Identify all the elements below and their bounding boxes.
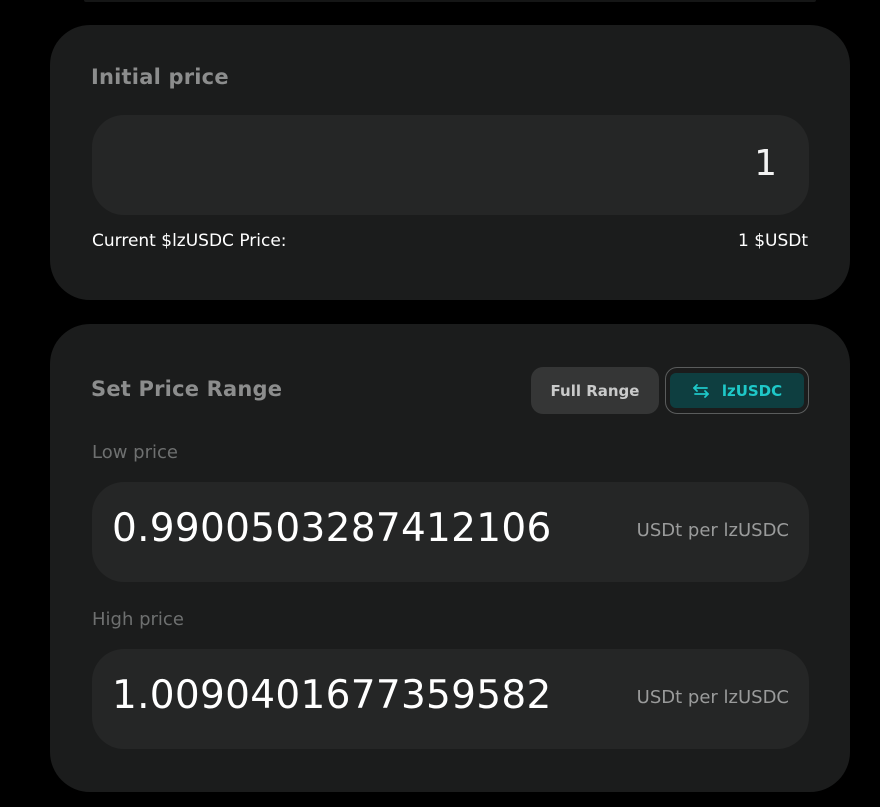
high-price-label: High price	[92, 609, 184, 630]
price-range-card: Set Price Range Full Range lzUSDC Low pr…	[50, 324, 850, 792]
range-toggle-group: Full Range lzUSDC	[531, 367, 809, 414]
low-price-value: 0.9900503287412106	[112, 506, 552, 551]
current-price-row: Current $lzUSDC Price: 1 $USDt	[92, 231, 808, 251]
high-price-value: 1.0090401677359582	[112, 673, 552, 718]
top-card-edge	[84, 0, 816, 2]
token-toggle-label: lzUSDC	[721, 381, 783, 400]
current-price-value: 1 $USDt	[737, 231, 808, 251]
current-price-label: Current $lzUSDC Price:	[92, 231, 287, 251]
initial-price-value: 1	[754, 143, 777, 184]
high-price-unit: USDt per lzUSDC	[636, 687, 789, 708]
low-price-input[interactable]: 0.9900503287412106 USDt per lzUSDC	[92, 482, 809, 582]
low-price-label: Low price	[92, 442, 178, 463]
swap-arrows-icon	[692, 383, 710, 399]
low-price-unit: USDt per lzUSDC	[636, 520, 789, 541]
initial-price-card: Initial price 1 Current $lzUSDC Price: 1…	[50, 25, 850, 300]
initial-price-input[interactable]: 1	[92, 115, 809, 215]
token-toggle-inner[interactable]: lzUSDC	[670, 373, 804, 408]
initial-price-title: Initial price	[91, 65, 229, 89]
price-range-title: Set Price Range	[91, 377, 283, 401]
high-price-input[interactable]: 1.0090401677359582 USDt per lzUSDC	[92, 649, 809, 749]
token-toggle-button[interactable]: lzUSDC	[665, 367, 809, 414]
full-range-button[interactable]: Full Range	[531, 367, 659, 414]
